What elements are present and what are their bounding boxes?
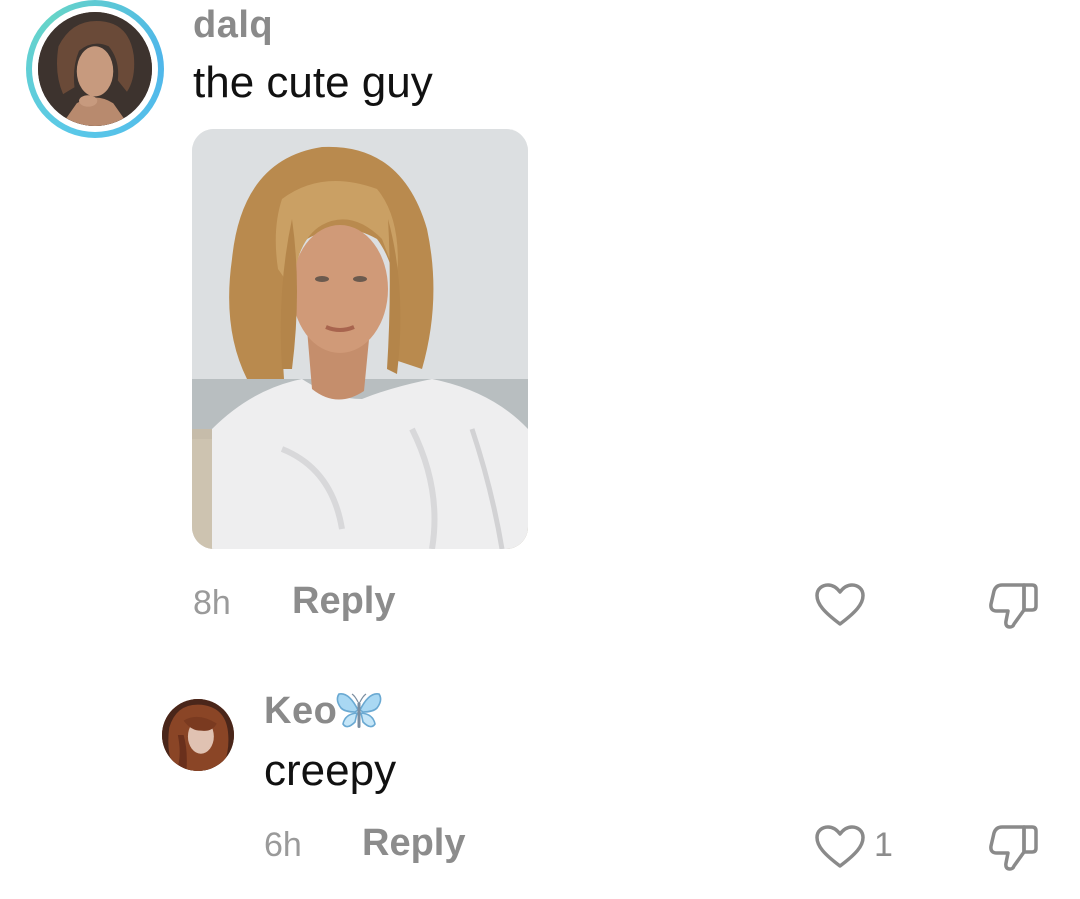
comment-dislike-button[interactable] bbox=[988, 580, 1040, 630]
comment-reply-button[interactable]: Reply bbox=[292, 580, 395, 623]
thumbs-down-icon bbox=[989, 583, 1038, 629]
reply-timestamp: 6h bbox=[264, 826, 302, 864]
commenter-username[interactable]: dalq bbox=[193, 4, 273, 47]
comment-like-button[interactable] bbox=[814, 582, 866, 628]
reply-reply-button[interactable]: Reply bbox=[362, 822, 465, 865]
comment-attached-image[interactable] bbox=[192, 129, 528, 549]
reply-dislike-button[interactable] bbox=[988, 822, 1040, 872]
reply-username-text: Keo bbox=[264, 690, 338, 732]
reply-username[interactable]: Keo bbox=[264, 690, 337, 733]
reply-like-button[interactable] bbox=[814, 824, 866, 870]
reply-text: creepy bbox=[264, 746, 397, 795]
heart-outline-icon bbox=[815, 825, 865, 868]
heart-outline-icon bbox=[815, 583, 865, 626]
comment-timestamp: 8h bbox=[193, 584, 231, 622]
thumbs-down-icon bbox=[989, 825, 1038, 871]
comment-text: the cute guy bbox=[193, 58, 433, 107]
butterfly-icon bbox=[335, 690, 383, 734]
commenter-avatar[interactable] bbox=[26, 0, 164, 138]
comments-thread: dalq the cute guy 8h Reply Keo creepy 6h… bbox=[0, 0, 1080, 899]
reply-avatar[interactable] bbox=[162, 699, 234, 771]
reply-like-count: 1 bbox=[874, 826, 893, 864]
